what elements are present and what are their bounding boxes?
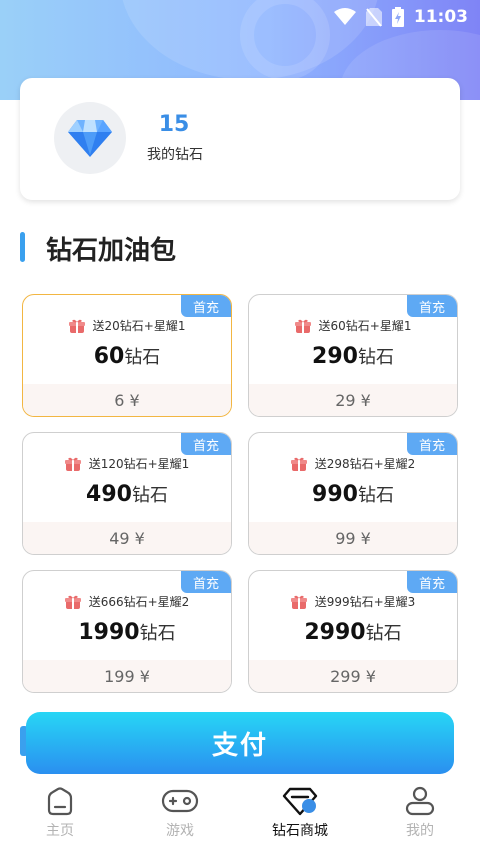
package-card[interactable]: 首充 送120钻石+星耀1 490钻石 49 ¥ [22, 432, 232, 555]
gift-icon [64, 595, 81, 609]
package-amount: 60钻石 [23, 343, 231, 369]
status-time: 11:03 [413, 7, 468, 27]
pay-area: 支付 [20, 712, 454, 774]
amount-unit: 钻石 [139, 623, 176, 644]
package-card[interactable]: 首充 送999钻石+星耀3 2990钻石 299 ¥ [248, 570, 458, 693]
tab-label: 钻石商城 [272, 823, 328, 839]
first-recharge-badge: 首充 [181, 571, 231, 593]
first-recharge-badge: 首充 [407, 433, 457, 455]
bonus-text: 送999钻石+星耀3 [314, 595, 416, 609]
bonus-row: 送666钻石+星耀2 [23, 593, 231, 610]
amount-number: 1990 [78, 620, 140, 645]
bonus-text: 送298钻石+星耀2 [314, 457, 416, 471]
bonus-row: 送60钻石+星耀1 [249, 317, 457, 334]
package-amount: 490钻石 [23, 481, 231, 507]
gift-icon [294, 319, 311, 333]
package-price: 6 ¥ [23, 384, 231, 416]
bonus-text: 送666钻石+星耀2 [88, 595, 190, 609]
wifi-icon [333, 8, 356, 25]
bonus-text: 送120钻石+星耀1 [88, 457, 190, 471]
diamond-icon [68, 120, 112, 157]
gamepad-icon [161, 789, 199, 813]
package-card[interactable]: 首充 送60钻石+星耀1 290钻石 29 ¥ [248, 294, 458, 417]
section-title: 钻石加油包 [46, 236, 177, 266]
amount-unit: 钻石 [124, 347, 161, 368]
amount-unit: 钻石 [365, 623, 402, 644]
profile-icon [405, 786, 435, 816]
bonus-row: 送20钻石+星耀1 [23, 317, 231, 334]
bonus-text: 送20钻石+星耀1 [92, 319, 186, 333]
first-recharge-badge: 首充 [407, 571, 457, 593]
first-recharge-badge: 首充 [407, 295, 457, 317]
tab-label: 主页 [46, 823, 74, 839]
no-sim-icon [365, 8, 382, 27]
battery-charging-icon [391, 7, 404, 27]
first-recharge-badge: 首充 [181, 295, 231, 317]
bottom-tab-bar: 主页 游戏 钻石商城 我的 [0, 780, 480, 853]
package-amount: 290钻石 [249, 343, 457, 369]
package-card[interactable]: 首充 送666钻石+星耀2 1990钻石 199 ¥ [22, 570, 232, 693]
gift-icon [290, 595, 307, 609]
package-card[interactable]: 首充 送20钻石+星耀1 60钻石 6 ¥ [22, 294, 232, 417]
amount-number: 490 [86, 482, 132, 507]
gift-icon [290, 457, 307, 471]
package-amount: 990钻石 [249, 481, 457, 507]
tab-home[interactable]: 主页 [0, 780, 120, 853]
tab-games[interactable]: 游戏 [120, 780, 240, 853]
tab-diamond-shop[interactable]: 钻石商城 [240, 780, 360, 853]
bonus-row: 送999钻石+星耀3 [249, 593, 457, 610]
section-accent-bar [20, 232, 25, 262]
package-card[interactable]: 首充 送298钻石+星耀2 990钻石 99 ¥ [248, 432, 458, 555]
bonus-row: 送298钻石+星耀2 [249, 455, 457, 472]
amount-number: 2990 [304, 620, 366, 645]
home-icon [47, 787, 73, 816]
package-grid: 首充 送20钻石+星耀1 60钻石 6 ¥ 首充 送60钻石+星耀1 290钻石… [22, 294, 459, 693]
tab-label: 我的 [406, 823, 434, 839]
pay-button[interactable]: 支付 [26, 712, 454, 774]
package-price: 199 ¥ [23, 660, 231, 692]
amount-unit: 钻石 [357, 485, 394, 506]
amount-number: 990 [312, 482, 358, 507]
amount-unit: 钻石 [131, 485, 168, 506]
package-amount: 1990钻石 [23, 619, 231, 645]
package-price: 299 ¥ [249, 660, 457, 692]
bonus-text: 送60钻石+星耀1 [318, 319, 412, 333]
diamond-count: 15 [158, 112, 190, 137]
amount-number: 60 [93, 344, 125, 369]
bonus-row: 送120钻石+星耀1 [23, 455, 231, 472]
amount-unit: 钻石 [357, 347, 394, 368]
package-price: 99 ¥ [249, 522, 457, 554]
diamond-shop-icon [282, 787, 318, 816]
gift-icon [68, 319, 85, 333]
gift-icon [64, 457, 81, 471]
tab-label: 游戏 [166, 823, 194, 839]
tab-profile[interactable]: 我的 [360, 780, 480, 853]
package-price: 29 ¥ [249, 384, 457, 416]
package-price: 49 ¥ [23, 522, 231, 554]
status-bar: 11:03 [0, 0, 480, 34]
package-amount: 2990钻石 [249, 619, 457, 645]
diamond-count-label: 我的钻石 [147, 147, 203, 163]
diamond-avatar [54, 102, 126, 174]
my-diamonds-card: 15 我的钻石 [20, 78, 460, 200]
first-recharge-badge: 首充 [181, 433, 231, 455]
amount-number: 290 [312, 344, 358, 369]
